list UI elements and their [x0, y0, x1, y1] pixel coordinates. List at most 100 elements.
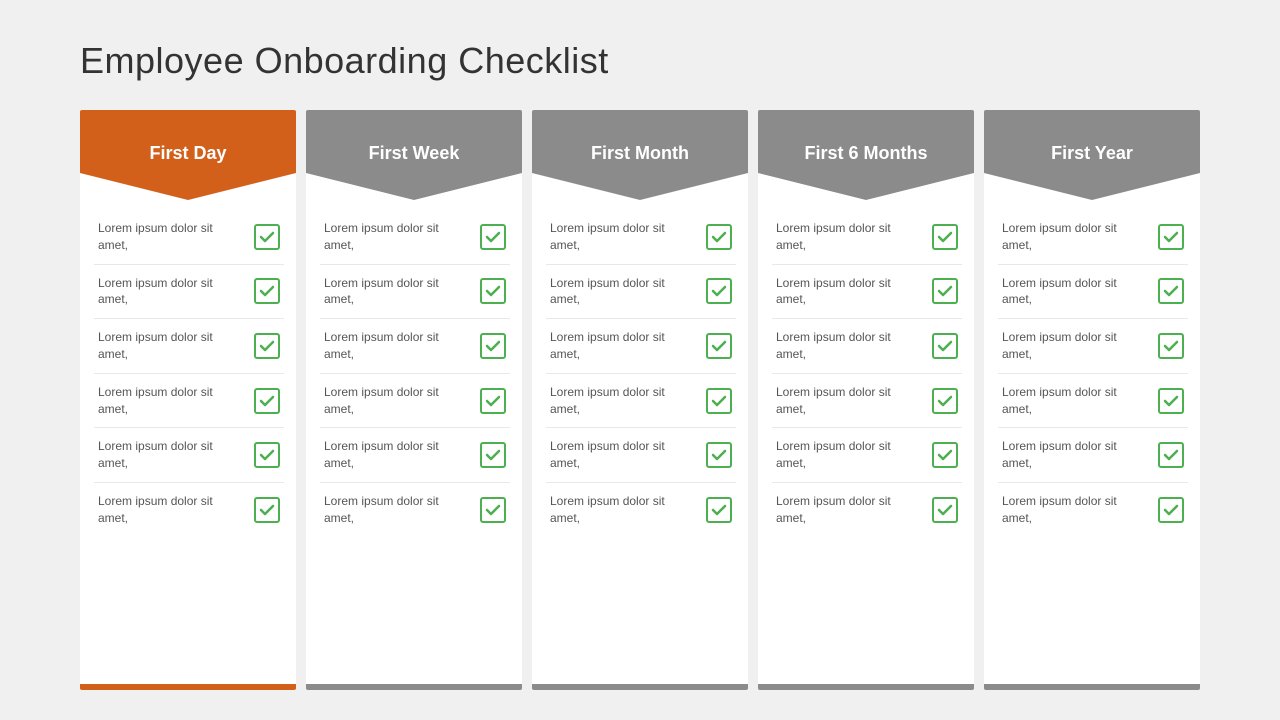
item-text: Lorem ipsum dolor sit amet, — [776, 384, 924, 418]
check-box-icon[interactable] — [1158, 333, 1184, 359]
check-box-icon[interactable] — [254, 278, 280, 304]
column-footer-1 — [306, 684, 522, 690]
check-box-icon[interactable] — [480, 388, 506, 414]
item-text: Lorem ipsum dolor sit amet, — [776, 493, 924, 527]
check-box-icon[interactable] — [1158, 224, 1184, 250]
check-box-icon[interactable] — [932, 388, 958, 414]
check-box-icon[interactable] — [1158, 442, 1184, 468]
item-text: Lorem ipsum dolor sit amet, — [98, 220, 246, 254]
list-item: Lorem ipsum dolor sit amet, — [320, 319, 510, 374]
item-text: Lorem ipsum dolor sit amet, — [550, 275, 698, 309]
list-item: Lorem ipsum dolor sit amet, — [320, 483, 510, 537]
item-text: Lorem ipsum dolor sit amet, — [1002, 329, 1150, 363]
list-item: Lorem ipsum dolor sit amet, — [546, 265, 736, 320]
item-text: Lorem ipsum dolor sit amet, — [324, 384, 472, 418]
item-text: Lorem ipsum dolor sit amet, — [776, 220, 924, 254]
list-item: Lorem ipsum dolor sit amet, — [94, 265, 284, 320]
check-box-icon[interactable] — [480, 278, 506, 304]
list-item: Lorem ipsum dolor sit amet, — [546, 319, 736, 374]
list-item: Lorem ipsum dolor sit amet, — [94, 483, 284, 537]
check-box-icon[interactable] — [932, 333, 958, 359]
list-item: Lorem ipsum dolor sit amet, — [94, 319, 284, 374]
check-box-icon[interactable] — [254, 497, 280, 523]
item-text: Lorem ipsum dolor sit amet, — [324, 329, 472, 363]
item-text: Lorem ipsum dolor sit amet, — [98, 275, 246, 309]
columns-container: First DayLorem ipsum dolor sit amet, Lor… — [80, 110, 1200, 690]
list-item: Lorem ipsum dolor sit amet, — [772, 319, 962, 374]
check-box-icon[interactable] — [706, 442, 732, 468]
list-item: Lorem ipsum dolor sit amet, — [320, 374, 510, 429]
item-text: Lorem ipsum dolor sit amet, — [1002, 493, 1150, 527]
column-header-2: First Month — [532, 110, 748, 200]
column-body-1: Lorem ipsum dolor sit amet, Lorem ipsum … — [306, 200, 522, 684]
check-box-icon[interactable] — [932, 278, 958, 304]
check-box-icon[interactable] — [706, 224, 732, 250]
item-text: Lorem ipsum dolor sit amet, — [776, 329, 924, 363]
check-box-icon[interactable] — [706, 278, 732, 304]
list-item: Lorem ipsum dolor sit amet, — [320, 428, 510, 483]
item-text: Lorem ipsum dolor sit amet, — [550, 329, 698, 363]
item-text: Lorem ipsum dolor sit amet, — [776, 438, 924, 472]
column-col-1: First WeekLorem ipsum dolor sit amet, Lo… — [306, 110, 522, 690]
check-box-icon[interactable] — [1158, 278, 1184, 304]
item-text: Lorem ipsum dolor sit amet, — [1002, 220, 1150, 254]
column-footer-3 — [758, 684, 974, 690]
item-text: Lorem ipsum dolor sit amet, — [98, 329, 246, 363]
check-box-icon[interactable] — [706, 333, 732, 359]
item-text: Lorem ipsum dolor sit amet, — [550, 493, 698, 527]
column-footer-4 — [984, 684, 1200, 690]
column-footer-0 — [80, 684, 296, 690]
list-item: Lorem ipsum dolor sit amet, — [998, 428, 1188, 483]
list-item: Lorem ipsum dolor sit amet, — [546, 210, 736, 265]
check-box-icon[interactable] — [254, 388, 280, 414]
list-item: Lorem ipsum dolor sit amet, — [772, 374, 962, 429]
check-box-icon[interactable] — [254, 333, 280, 359]
list-item: Lorem ipsum dolor sit amet, — [546, 483, 736, 537]
item-text: Lorem ipsum dolor sit amet, — [1002, 438, 1150, 472]
item-text: Lorem ipsum dolor sit amet, — [324, 493, 472, 527]
column-header-0: First Day — [80, 110, 296, 200]
check-box-icon[interactable] — [1158, 388, 1184, 414]
list-item: Lorem ipsum dolor sit amet, — [94, 210, 284, 265]
list-item: Lorem ipsum dolor sit amet, — [998, 319, 1188, 374]
column-header-1: First Week — [306, 110, 522, 200]
check-box-icon[interactable] — [480, 224, 506, 250]
check-box-icon[interactable] — [932, 442, 958, 468]
list-item: Lorem ipsum dolor sit amet, — [94, 374, 284, 429]
list-item: Lorem ipsum dolor sit amet, — [546, 428, 736, 483]
list-item: Lorem ipsum dolor sit amet, — [772, 483, 962, 537]
column-body-3: Lorem ipsum dolor sit amet, Lorem ipsum … — [758, 200, 974, 684]
item-text: Lorem ipsum dolor sit amet, — [550, 220, 698, 254]
check-box-icon[interactable] — [932, 224, 958, 250]
check-box-icon[interactable] — [706, 388, 732, 414]
item-text: Lorem ipsum dolor sit amet, — [550, 384, 698, 418]
item-text: Lorem ipsum dolor sit amet, — [324, 275, 472, 309]
item-text: Lorem ipsum dolor sit amet, — [776, 275, 924, 309]
column-header-4: First Year — [984, 110, 1200, 200]
check-box-icon[interactable] — [706, 497, 732, 523]
check-box-icon[interactable] — [480, 442, 506, 468]
check-box-icon[interactable] — [254, 224, 280, 250]
column-col-2: First MonthLorem ipsum dolor sit amet, L… — [532, 110, 748, 690]
column-body-4: Lorem ipsum dolor sit amet, Lorem ipsum … — [984, 200, 1200, 684]
item-text: Lorem ipsum dolor sit amet, — [98, 384, 246, 418]
item-text: Lorem ipsum dolor sit amet, — [324, 220, 472, 254]
check-box-icon[interactable] — [1158, 497, 1184, 523]
column-footer-2 — [532, 684, 748, 690]
check-box-icon[interactable] — [480, 333, 506, 359]
list-item: Lorem ipsum dolor sit amet, — [772, 428, 962, 483]
list-item: Lorem ipsum dolor sit amet, — [320, 210, 510, 265]
item-text: Lorem ipsum dolor sit amet, — [98, 493, 246, 527]
column-header-3: First 6 Months — [758, 110, 974, 200]
check-box-icon[interactable] — [254, 442, 280, 468]
list-item: Lorem ipsum dolor sit amet, — [94, 428, 284, 483]
item-text: Lorem ipsum dolor sit amet, — [324, 438, 472, 472]
list-item: Lorem ipsum dolor sit amet, — [998, 374, 1188, 429]
column-body-2: Lorem ipsum dolor sit amet, Lorem ipsum … — [532, 200, 748, 684]
column-col-0: First Day Lorem ipsum dolor sit amet, Lor… — [80, 110, 296, 690]
item-text: Lorem ipsum dolor sit amet, — [98, 438, 246, 472]
check-box-icon[interactable] — [480, 497, 506, 523]
check-box-icon[interactable] — [932, 497, 958, 523]
list-item: Lorem ipsum dolor sit amet, — [772, 265, 962, 320]
column-col-3: First 6 MonthsLorem ipsum dolor sit amet… — [758, 110, 974, 690]
